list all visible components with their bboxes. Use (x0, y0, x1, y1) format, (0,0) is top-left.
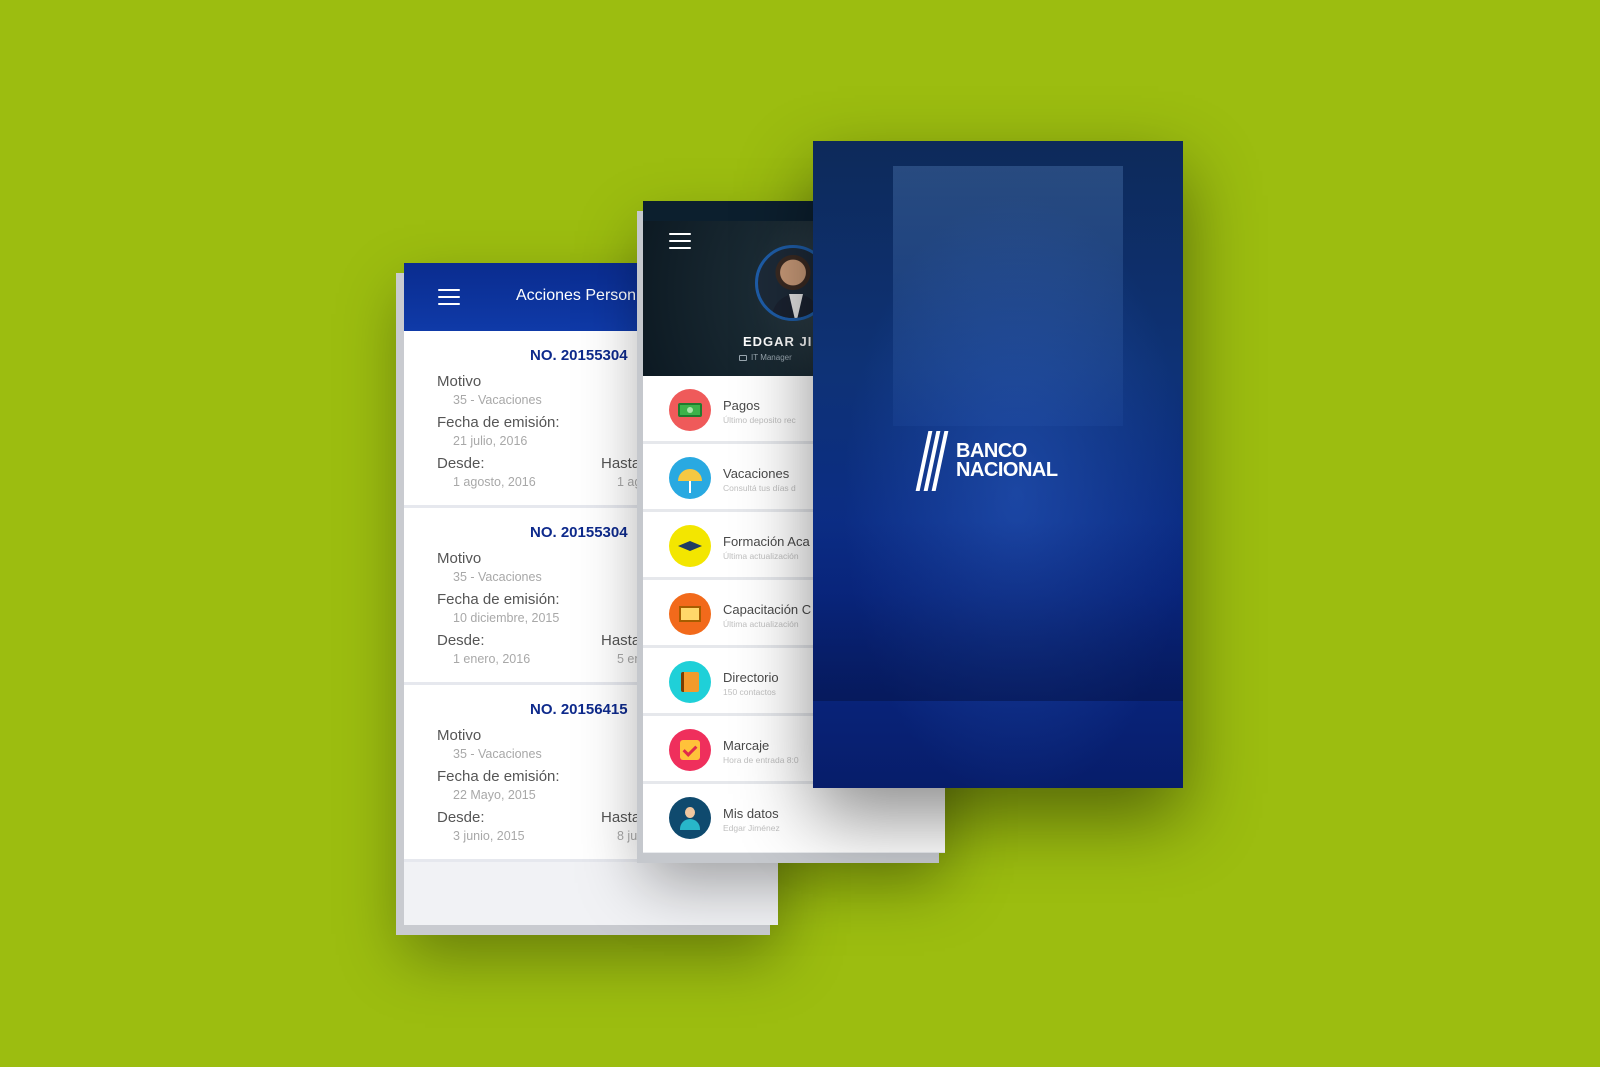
menu-item-subtitle: Hora de entrada 8:0 (723, 755, 799, 765)
desde-label: Desde: (437, 809, 485, 826)
hasta-label: Hasta (601, 809, 641, 826)
motivo-label: Motivo (437, 373, 482, 390)
logo-line-2: NACIONAL (956, 459, 1058, 481)
briefcase-icon (739, 354, 747, 361)
fecha-emision-value: 22 Mayo, 2015 (453, 788, 536, 802)
fecha-emision-value: 10 diciembre, 2015 (453, 611, 560, 625)
banco-nacional-logo: BANCO NACIONAL (915, 431, 1058, 491)
umbrella-icon (669, 457, 711, 499)
hamburger-menu-icon[interactable] (669, 233, 691, 249)
menu-item-subtitle: Última actualización (723, 551, 799, 561)
fecha-emision-label: Fecha de emisión: (437, 591, 560, 608)
menu-item-label: Directorio (723, 670, 779, 685)
splash-screen: BANCO NACIONAL (813, 141, 1183, 788)
hasta-label: Hasta (601, 632, 641, 649)
hamburger-menu-icon[interactable] (438, 289, 460, 305)
hasta-value: 8 ju (617, 829, 638, 843)
menu-item-label: Pagos (723, 398, 760, 413)
page-title: Acciones Person (516, 287, 637, 304)
graduation-cap-icon (669, 525, 711, 567)
profile-role: IT Manager (739, 353, 792, 362)
profile-role-label: IT Manager (751, 353, 792, 362)
logo-mark-icon (915, 431, 949, 491)
menu-item-label: Marcaje (723, 738, 770, 753)
menu-item-subtitle: 150 contactos (723, 687, 776, 697)
menu-item-subtitle: Último deposito rec (723, 415, 796, 425)
menu-item-label: Capacitación C (723, 602, 812, 617)
user-icon (669, 797, 711, 839)
menu-item-label: Mis datos (723, 806, 779, 821)
fecha-emision-value: 21 julio, 2016 (453, 434, 528, 448)
menu-item-mis[interactable]: Mis datos Edgar Jiménez (643, 784, 945, 852)
hasta-value: 5 en (617, 652, 642, 666)
hasta-label: Hasta (601, 455, 641, 472)
fecha-emision-label: Fecha de emisión: (437, 768, 560, 785)
record-number: NO. 20156415 (530, 701, 628, 718)
record-number: NO. 20155304 (530, 524, 628, 541)
desde-label: Desde: (437, 632, 485, 649)
desde-value: 1 agosto, 2016 (453, 475, 536, 489)
menu-item-subtitle: Última actualización (723, 619, 799, 629)
menu-item-label: Vacaciones (723, 466, 790, 481)
menu-item-subtitle: Consultá tus días d (723, 483, 796, 493)
record-number: NO. 20155304 (530, 347, 628, 364)
checkbox-icon (669, 729, 711, 771)
motivo-label: Motivo (437, 727, 482, 744)
motivo-value: 35 - Vacaciones (453, 747, 542, 761)
menu-item-label: Formación Aca (723, 534, 810, 549)
hasta-value: 1 ag (617, 475, 642, 489)
motivo-value: 35 - Vacaciones (453, 570, 542, 584)
background-window (893, 166, 1123, 426)
money-icon (669, 389, 711, 431)
background-people (813, 521, 1183, 701)
menu-item-subtitle: Edgar Jiménez (723, 823, 780, 833)
motivo-value: 35 - Vacaciones (453, 393, 542, 407)
fecha-emision-label: Fecha de emisión: (437, 414, 560, 431)
logo-text: BANCO NACIONAL (956, 441, 1058, 481)
motivo-label: Motivo (437, 550, 482, 567)
phonebook-icon (669, 661, 711, 703)
desde-value: 1 enero, 2016 (453, 652, 531, 666)
desde-value: 3 junio, 2015 (453, 829, 525, 843)
desde-label: Desde: (437, 455, 485, 472)
presentation-board-icon (669, 593, 711, 635)
